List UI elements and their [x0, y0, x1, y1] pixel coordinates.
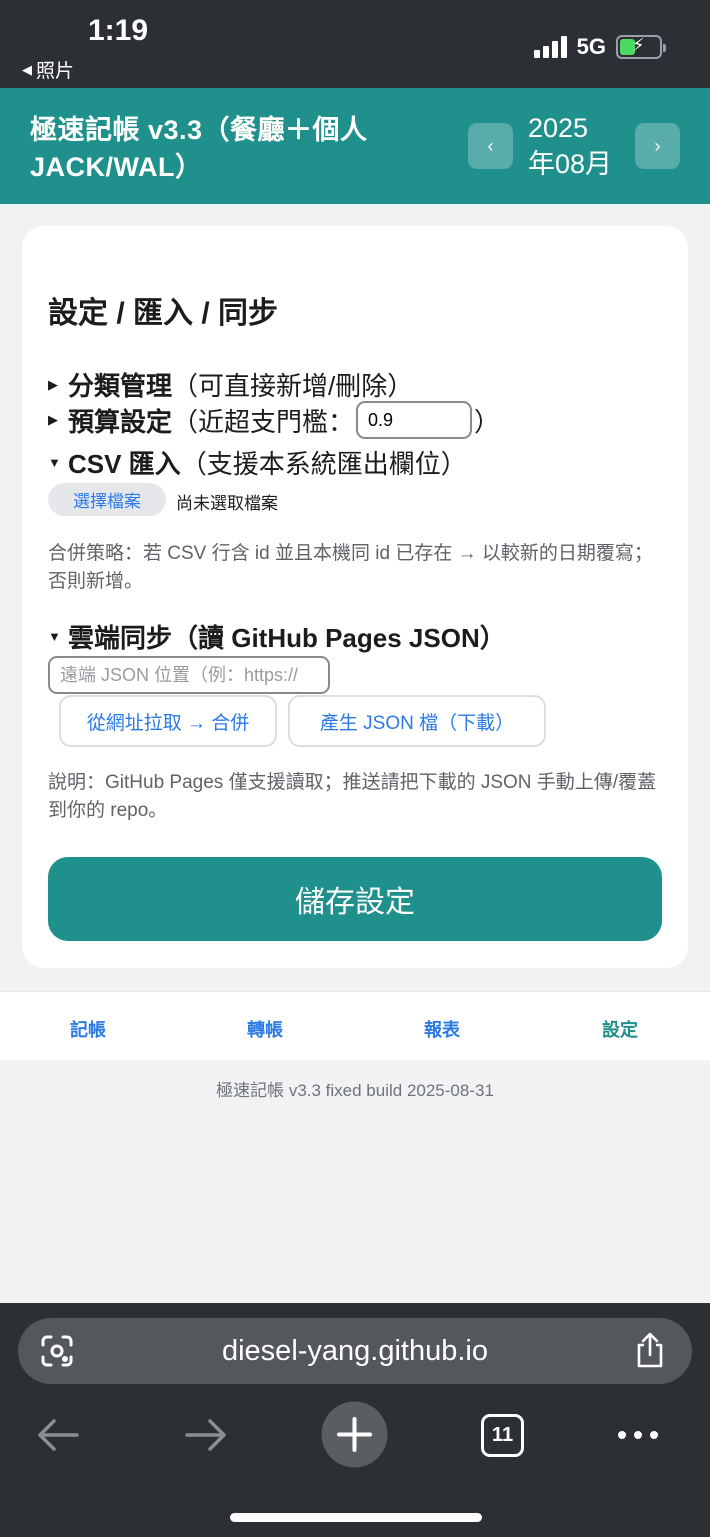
budget-heading: 預算設定 [68, 406, 173, 437]
back-label: 照片 [36, 61, 75, 82]
signal-icon [533, 36, 567, 58]
address-bar[interactable]: diesel-yang.github.io [18, 1318, 692, 1384]
budget-hint: （近超支門檻： [172, 406, 355, 437]
cloud-sync-section-toggle[interactable]: ▼ 雲端同步（讀 GitHub Pages JSON） [48, 618, 506, 655]
save-settings-button[interactable]: 儲存設定 [48, 857, 662, 941]
choose-file-button[interactable]: 選擇檔案 [48, 483, 166, 516]
browser-toolbar: diesel-yang.github.io 11 [0, 1303, 710, 1537]
url-text: diesel-yang.github.io [221, 1335, 488, 1367]
cloud-sync-heading: 雲端同步（讀 GitHub Pages JSON） [68, 623, 506, 653]
budget-hint-close: ） [474, 406, 501, 437]
category-hint: （可直接新增/刪除） [172, 371, 414, 401]
cloud-sync-note: 說明：GitHub Pages 僅支援讀取；推送請把下載的 JSON 手動上傳/… [48, 772, 657, 821]
new-tab-icon[interactable] [321, 1401, 388, 1468]
collapsed-arrow-icon: ▶ [48, 412, 58, 427]
category-heading: 分類管理 [68, 371, 173, 401]
network-label: 5G [576, 34, 606, 59]
pull-merge-button[interactable]: 從網址拉取 → 合併 [59, 695, 277, 747]
status-indicators: 5G ⚡ [533, 34, 666, 60]
prev-month-button[interactable]: ‹ [468, 123, 513, 169]
generate-json-button[interactable]: 產生 JSON 檔（下載） [288, 695, 546, 747]
back-to-photos[interactable]: ◀ 照片 [22, 56, 74, 83]
app-title: 極速記帳 v3.3（餐廳＋個人 JACK/WAL） [30, 115, 368, 182]
share-icon[interactable] [634, 1331, 666, 1369]
tab-bar: 記帳 轉帳 報表 設定 [0, 991, 710, 1060]
current-month: 2025 年08月 [528, 110, 612, 182]
tab-reports[interactable]: 報表 [424, 1016, 460, 1042]
status-time: 1:19 [88, 14, 149, 47]
tab-record[interactable]: 記帳 [70, 1016, 106, 1042]
back-icon[interactable] [36, 1417, 80, 1453]
tab-transfer[interactable]: 轉帳 [247, 1016, 283, 1042]
merge-policy-note: 合併策略：若 CSV 行含 id 並且本機同 id 已存在 → 以較新的日期覆寫… [48, 543, 653, 592]
page-title: 設定 / 匯入 / 同步 [48, 297, 279, 330]
csv-section-toggle[interactable]: ▼ CSV 匯入 （支援本系統匯出欄位） [48, 444, 467, 481]
year-label: 2025 [528, 113, 589, 143]
more-icon[interactable] [616, 1427, 660, 1443]
settings-card: 設定 / 匯入 / 同步 ▶ 分類管理 （可直接新增/刪除） ▶ 預算設定 （近… [22, 226, 688, 968]
tabs-count-icon[interactable]: 11 [481, 1414, 524, 1457]
csv-hint: （支援本系統匯出欄位） [180, 449, 467, 479]
category-section-toggle[interactable]: ▶ 分類管理 （可直接新增/刪除） [48, 366, 413, 403]
remote-json-url-input[interactable] [48, 656, 330, 694]
home-indicator [230, 1513, 482, 1522]
file-status: 尚未選取檔案 [176, 494, 278, 513]
csv-heading: CSV 匯入 [68, 449, 181, 479]
battery-icon: ⚡ [616, 35, 666, 59]
collapsed-arrow-icon: ▶ [48, 376, 58, 392]
app-header: 極速記帳 v3.3（餐廳＋個人 JACK/WAL） ‹ 2025 年08月 › [0, 88, 710, 204]
back-arrow-icon: ◀ [22, 61, 32, 77]
expanded-arrow-icon: ▼ [48, 455, 61, 470]
forward-icon[interactable] [184, 1417, 228, 1453]
status-bar: 1:19 ◀ 照片 5G ⚡ [0, 0, 710, 88]
month-label: 年08月 [528, 149, 613, 179]
overspend-threshold-input[interactable] [356, 401, 473, 439]
next-month-button[interactable]: › [635, 123, 680, 169]
tab-settings[interactable]: 設定 [602, 1016, 638, 1042]
budget-section-toggle[interactable]: ▶ 預算設定 （近超支門檻： ） [48, 401, 500, 439]
build-info: 極速記帳 v3.3 fixed build 2025-08-31 [216, 1081, 494, 1100]
expanded-arrow-icon: ▼ [48, 629, 61, 644]
